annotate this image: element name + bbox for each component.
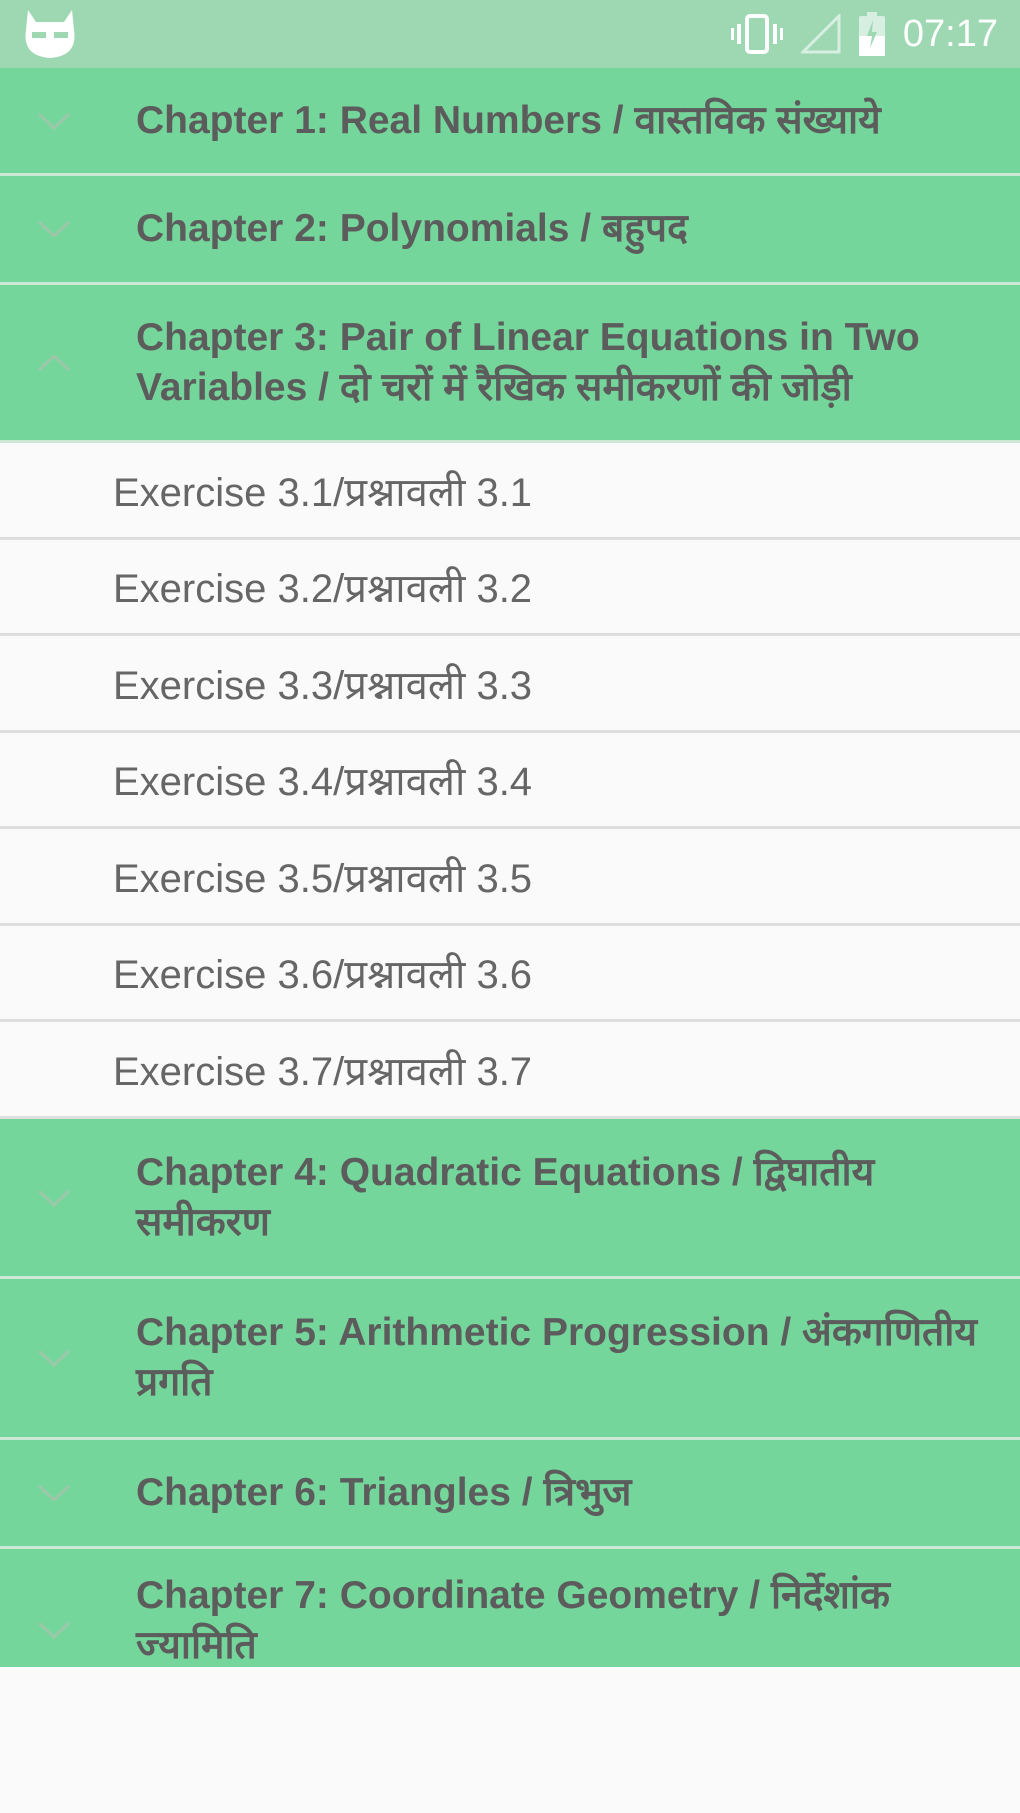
chevron-down-icon <box>37 220 71 239</box>
chapter-header[interactable]: Chapter 2: Polynomials / बहुपद <box>0 176 1020 285</box>
chevron-up-icon <box>37 353 71 371</box>
battery-icon <box>858 12 885 56</box>
chapter-header-expanded[interactable]: Chapter 3: Pair of Linear Equations in T… <box>0 285 1020 443</box>
exercise-label: Exercise 3.3/प्रश्नावली 3.3 <box>113 663 533 708</box>
exercise-label: Exercise 3.7/प्रश्नावली 3.7 <box>113 1049 533 1094</box>
exercise-label: Exercise 3.1/प्रश्नावली 3.1 <box>113 470 533 515</box>
chapter-title: Chapter 3: Pair of Linear Equations in T… <box>136 315 920 409</box>
exercise-label: Exercise 3.5/प्रश्नावली 3.5 <box>113 856 533 901</box>
vibrate-icon <box>730 14 783 54</box>
cat-icon <box>25 10 75 58</box>
status-bar: 07:17 <box>0 0 1020 68</box>
chapter-header[interactable]: Chapter 6: Triangles / त्रिभुज <box>0 1440 1020 1549</box>
chapter-header[interactable]: Chapter 5: Arithmetic Progression / अंकग… <box>0 1279 1020 1440</box>
chapter-title: Chapter 2: Polynomials / बहुपद <box>136 207 688 250</box>
chapter-title: Chapter 4: Quadratic Equations / द्विघात… <box>136 1150 875 1244</box>
chevron-down-icon <box>37 1484 71 1503</box>
chapter-header[interactable]: Chapter 1: Real Numbers / वास्तविक संख्य… <box>0 68 1020 176</box>
exercise-item[interactable]: Exercise 3.5/प्रश्नावली 3.5 <box>0 829 1020 926</box>
exercise-item[interactable]: Exercise 3.1/प्रश्नावली 3.1 <box>0 443 1020 540</box>
chevron-down-icon <box>37 112 71 130</box>
clock: 07:17 <box>902 12 998 55</box>
exercise-label: Exercise 3.2/प्रश्नावली 3.2 <box>113 567 533 611</box>
chevron-down-icon <box>37 1621 71 1640</box>
exercise-item[interactable]: Exercise 3.6/प्रश्नावली 3.6 <box>0 926 1020 1022</box>
chapter-title: Chapter 5: Arithmetic Progression / अंकग… <box>136 1311 977 1404</box>
chapter-title: Chapter 6: Triangles / त्रिभुज <box>136 1471 632 1514</box>
chapter-list: Chapter 1: Real Numbers / वास्तविक संख्य… <box>0 68 1020 1667</box>
exercise-item[interactable]: Exercise 3.2/प्रश्नावली 3.2 <box>0 540 1020 636</box>
exercise-item[interactable]: Exercise 3.7/प्रश्नावली 3.7 <box>0 1022 1020 1119</box>
chapter-header[interactable]: Chapter 4: Quadratic Equations / द्विघात… <box>0 1119 1020 1279</box>
exercise-item[interactable]: Exercise 3.3/प्रश्नावली 3.3 <box>0 636 1020 733</box>
chapter-title: Chapter 7: Coordinate Geometry / निर्देश… <box>136 1574 890 1667</box>
exercise-label: Exercise 3.4/प्रश्नावली 3.4 <box>113 760 533 804</box>
exercise-label: Exercise 3.6/प्रश्नावली 3.6 <box>113 953 533 997</box>
exercise-item[interactable]: Exercise 3.4/प्रश्नावली 3.4 <box>0 733 1020 829</box>
chevron-down-icon <box>37 1349 71 1368</box>
chapter-header[interactable]: Chapter 7: Coordinate Geometry / निर्देश… <box>0 1549 1020 1667</box>
signal-icon <box>800 14 841 54</box>
chapter-title: Chapter 1: Real Numbers / वास्तविक संख्य… <box>136 98 881 142</box>
chevron-down-icon <box>37 1189 71 1207</box>
